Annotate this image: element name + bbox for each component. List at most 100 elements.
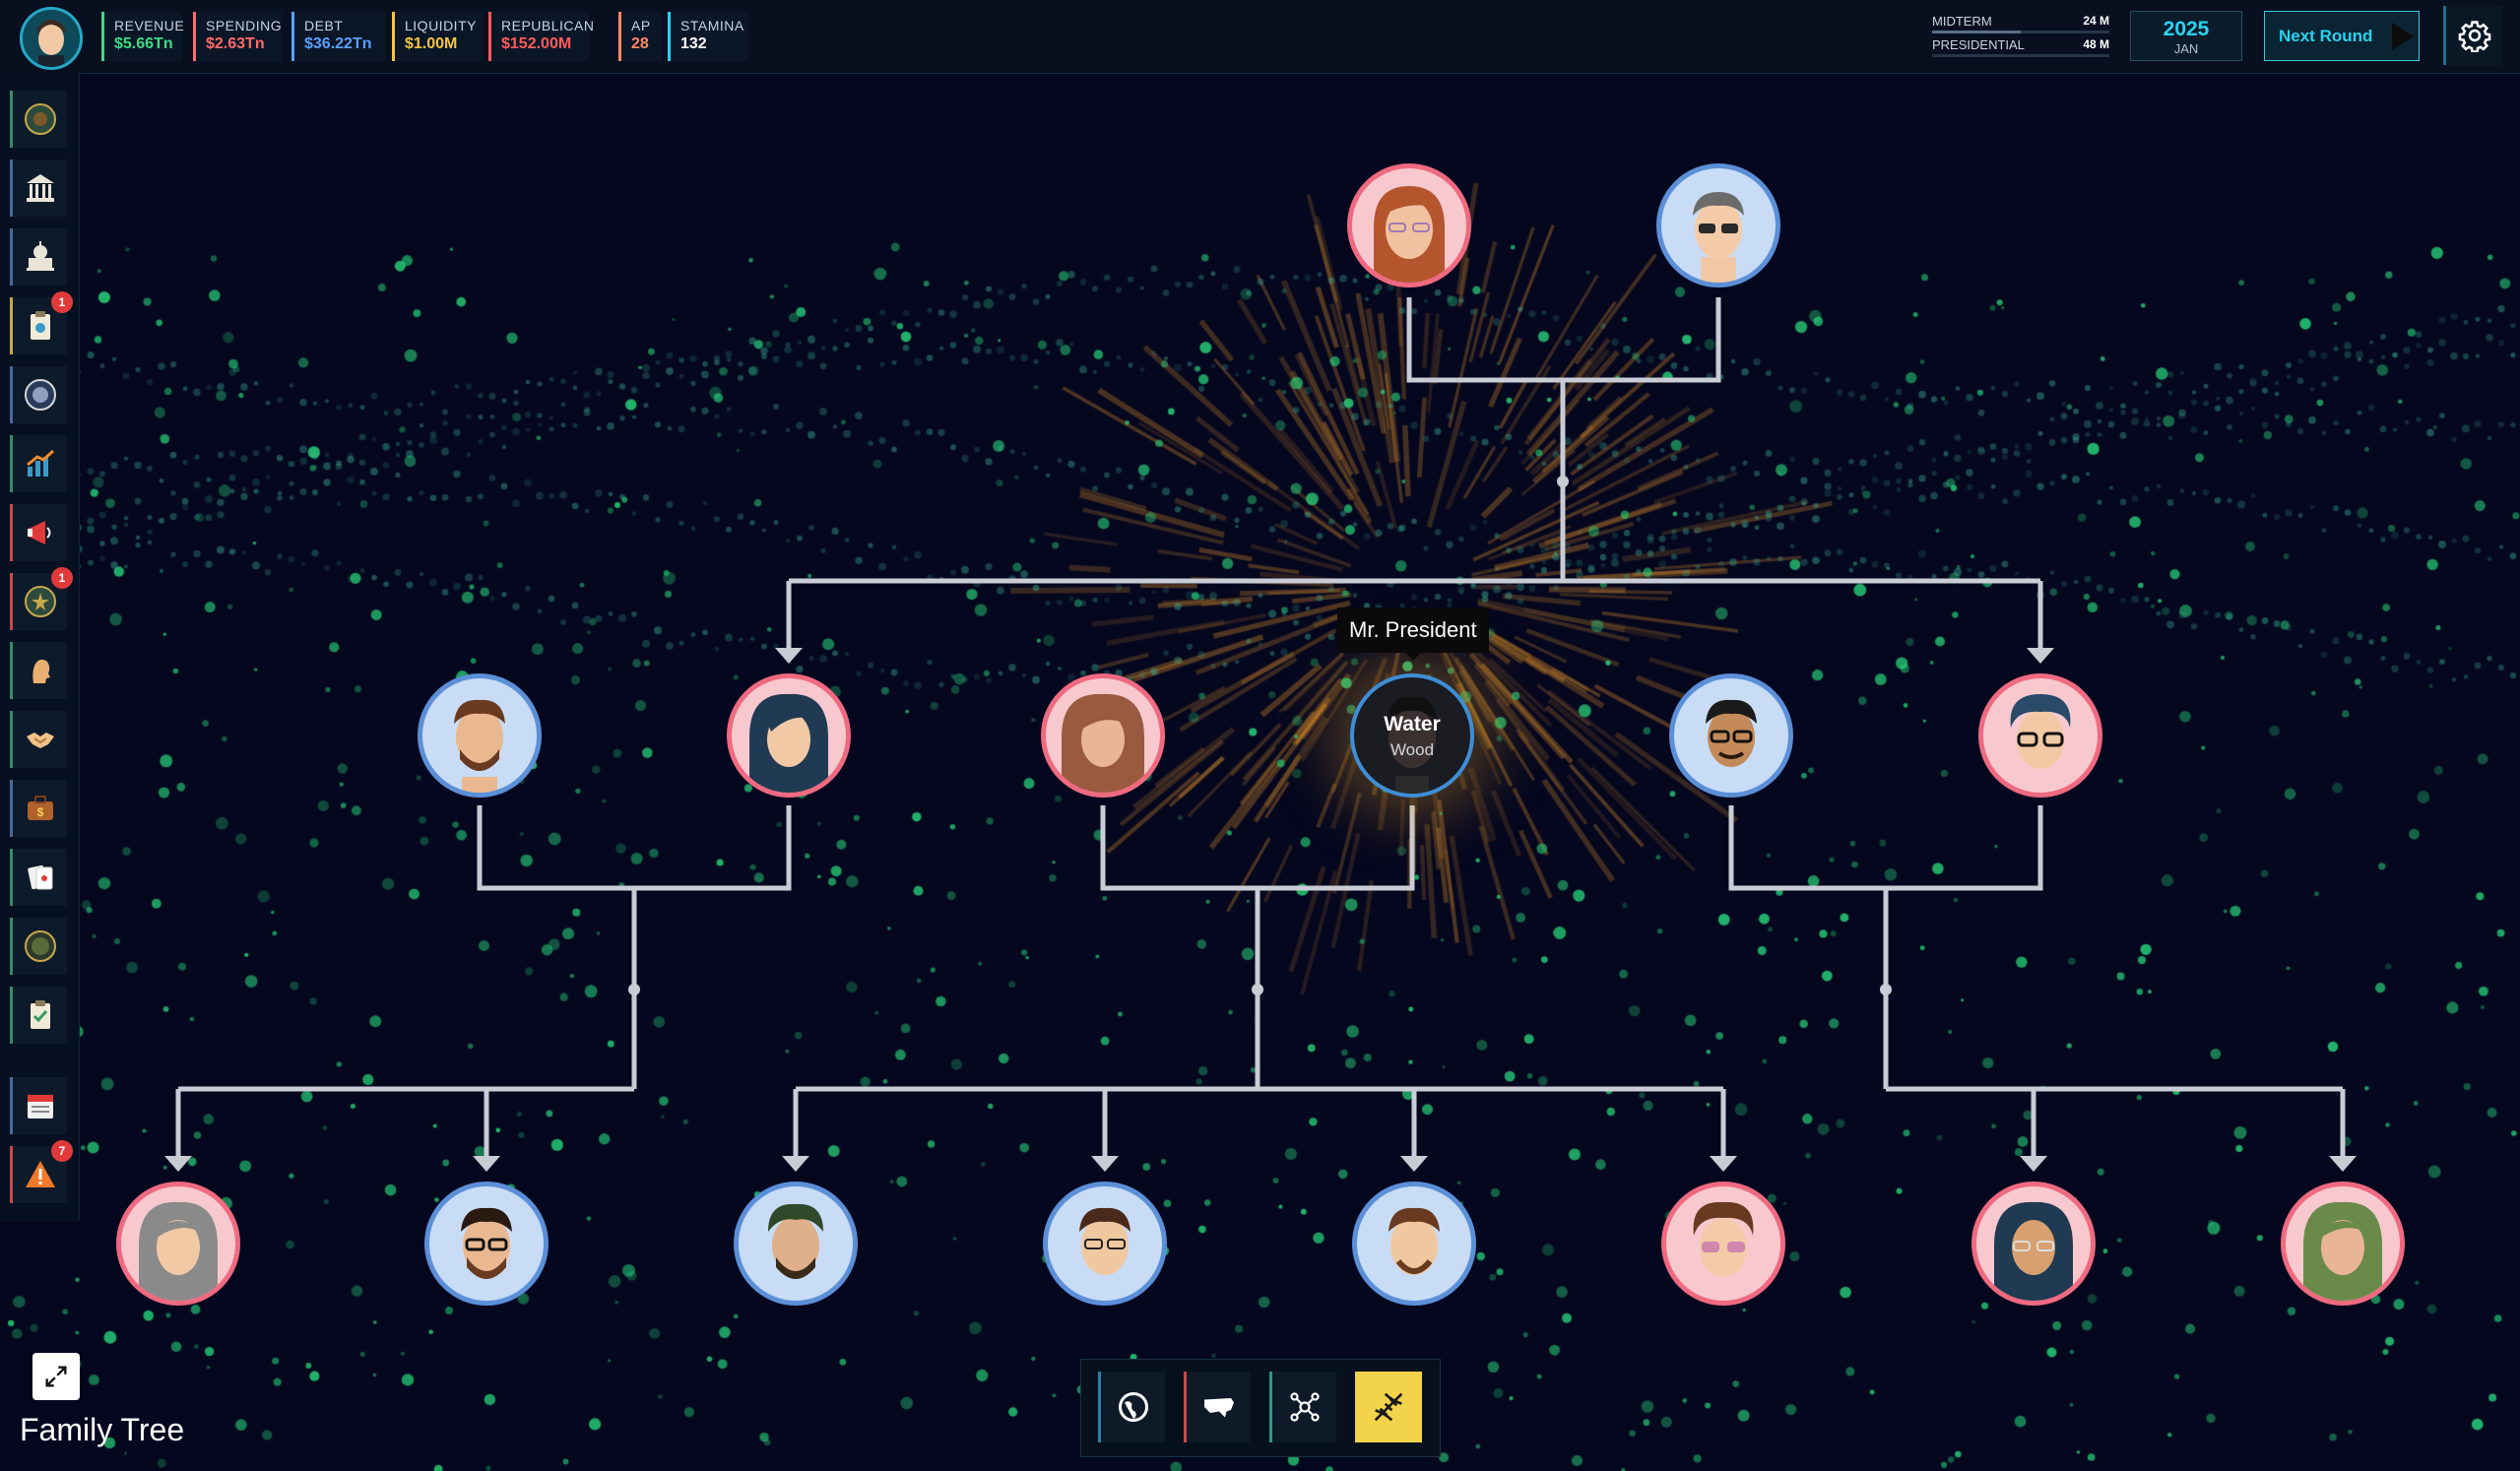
- family-member-son-3[interactable]: [1352, 1182, 1476, 1306]
- expand-button[interactable]: [32, 1353, 80, 1400]
- sidebar-item-checklist[interactable]: [10, 987, 67, 1044]
- family-member-cousin-1[interactable]: [116, 1182, 240, 1306]
- sidebar-item-diplomacy[interactable]: [10, 711, 67, 768]
- chart-icon: [26, 449, 54, 477]
- capitol-icon: [26, 174, 54, 202]
- sidebar-item-seal[interactable]: [10, 91, 67, 148]
- sidebar-item-profile[interactable]: [10, 642, 67, 699]
- federal-seal-icon: [24, 379, 56, 411]
- sidebar-item-congress[interactable]: [10, 228, 67, 286]
- stat-label: SPENDING: [206, 18, 283, 33]
- family-member-son-2[interactable]: [1043, 1182, 1167, 1306]
- clipboard-icon: [30, 311, 50, 340]
- sidebar: 1 1 $ 7: [0, 73, 80, 1221]
- stat-value: 132: [680, 35, 707, 52]
- sidebar-item-alerts[interactable]: 7: [10, 1140, 73, 1203]
- sidebar-item-economy[interactable]: [10, 435, 67, 492]
- presidential-value: 48 M: [2083, 37, 2109, 51]
- congress-icon: [26, 241, 54, 271]
- cards-icon: [27, 864, 52, 890]
- family-member-brother-in-law[interactable]: [1669, 673, 1793, 798]
- midterm-row: MIDTERM 24 M: [1932, 14, 2109, 33]
- sidebar-item-federal[interactable]: [10, 366, 67, 423]
- stat-party-funds: REPUBLICAN $152.00M: [488, 12, 595, 61]
- family-member-cousin-2[interactable]: [424, 1182, 549, 1306]
- page-title: Family Tree: [20, 1412, 185, 1447]
- notification-badge: 7: [51, 1140, 73, 1162]
- male-avatar-icon: [1389, 1207, 1440, 1275]
- seal-icon: [24, 103, 56, 135]
- midterm-label: MIDTERM: [1932, 14, 1992, 29]
- sidebar-item-cards[interactable]: [10, 849, 67, 906]
- family-member-son-1[interactable]: [734, 1182, 858, 1306]
- family-member-grandfather[interactable]: [1656, 163, 1780, 288]
- warning-icon: [25, 1161, 55, 1187]
- stat-stamina: STAMINA 132: [668, 12, 748, 61]
- calendar-icon: [27, 1095, 53, 1119]
- settings-button[interactable]: [2443, 6, 2502, 65]
- family-member-niece-1[interactable]: [1971, 1182, 2096, 1306]
- stat-label: STAMINA: [680, 18, 744, 33]
- female-avatar-icon: [2303, 1201, 2382, 1301]
- stat-value: $2.63Tn: [206, 35, 265, 52]
- view-usa-button[interactable]: [1184, 1372, 1251, 1442]
- player-avatar[interactable]: [20, 7, 83, 70]
- briefcase-icon: $: [27, 796, 53, 820]
- next-round-button[interactable]: Next Round: [2264, 11, 2420, 61]
- next-round-label: Next Round: [2279, 26, 2373, 45]
- view-network-button[interactable]: [1269, 1372, 1336, 1442]
- sidebar-item-military[interactable]: 1: [10, 567, 73, 630]
- president-last-name: Wood: [1389, 740, 1435, 759]
- stat-label: REPUBLICAN: [501, 18, 595, 33]
- female-avatar-icon: [1374, 186, 1445, 283]
- view-globe-button[interactable]: [1098, 1372, 1165, 1442]
- female-avatar-icon: [2010, 694, 2071, 769]
- date-year: 2025: [2163, 18, 2210, 40]
- sidebar-item-campaign[interactable]: [10, 504, 67, 561]
- family-member-president[interactable]: Water Wood: [1350, 673, 1474, 798]
- sidebar-item-capitol[interactable]: [10, 160, 67, 217]
- megaphone-icon: [27, 521, 50, 544]
- stat-liquidity: LIQUIDITY $1.00M: [392, 12, 483, 61]
- stat-value: 28: [631, 35, 649, 52]
- sidebar-item-tasks[interactable]: 1: [10, 291, 73, 354]
- male-avatar-icon: [1706, 699, 1757, 767]
- family-member-first-lady[interactable]: [1041, 673, 1165, 798]
- view-dna-button[interactable]: [1355, 1372, 1422, 1442]
- stat-label: AP: [631, 18, 651, 33]
- family-member-daughter[interactable]: [1661, 1182, 1785, 1306]
- female-avatar-icon: [139, 1201, 218, 1301]
- stat-value: $1.00M: [405, 35, 458, 52]
- stat-label: LIQUIDITY: [405, 18, 477, 33]
- date-month: JAN: [2173, 41, 2199, 56]
- family-member-grandmother[interactable]: [1347, 163, 1471, 288]
- male-avatar-icon: [461, 1207, 512, 1279]
- checklist-icon: [30, 1000, 50, 1029]
- sidebar-item-calendar[interactable]: [10, 1077, 67, 1134]
- sidebar-item-agency[interactable]: [10, 918, 67, 975]
- male-avatar-icon: [1079, 1207, 1131, 1275]
- male-avatar-icon: [454, 699, 505, 793]
- stat-spending: SPENDING $2.63Tn: [193, 12, 282, 61]
- family-member-niece-2[interactable]: [2281, 1182, 2405, 1306]
- top-bar: REVENUE $5.66Tn SPENDING $2.63Tn DEBT $3…: [0, 0, 2520, 74]
- family-member-uncle[interactable]: [418, 673, 542, 798]
- globe-icon: [1118, 1392, 1148, 1422]
- female-avatar-icon: [749, 693, 828, 793]
- male-avatar-icon: [768, 1203, 823, 1279]
- family-member-aunt[interactable]: [727, 673, 851, 798]
- stat-label: DEBT: [304, 18, 344, 33]
- family-member-sister-in-law[interactable]: [1978, 673, 2102, 798]
- president-first-name: Water: [1384, 713, 1441, 736]
- sidebar-item-business[interactable]: $: [10, 780, 67, 837]
- presidential-row: PRESIDENTIAL 48 M: [1932, 37, 2109, 57]
- play-icon: [2392, 22, 2415, 50]
- female-avatar-icon: [1693, 1201, 1754, 1277]
- stat-value: $36.22Tn: [304, 35, 372, 52]
- midterm-progress: [1932, 31, 2109, 33]
- starfield-background: [0, 0, 2520, 1471]
- stat-ap: AP 28: [618, 12, 662, 61]
- stat-debt: DEBT $36.22Tn: [291, 12, 386, 61]
- usa-map-icon: [1203, 1398, 1234, 1418]
- notification-badge: 1: [51, 567, 73, 589]
